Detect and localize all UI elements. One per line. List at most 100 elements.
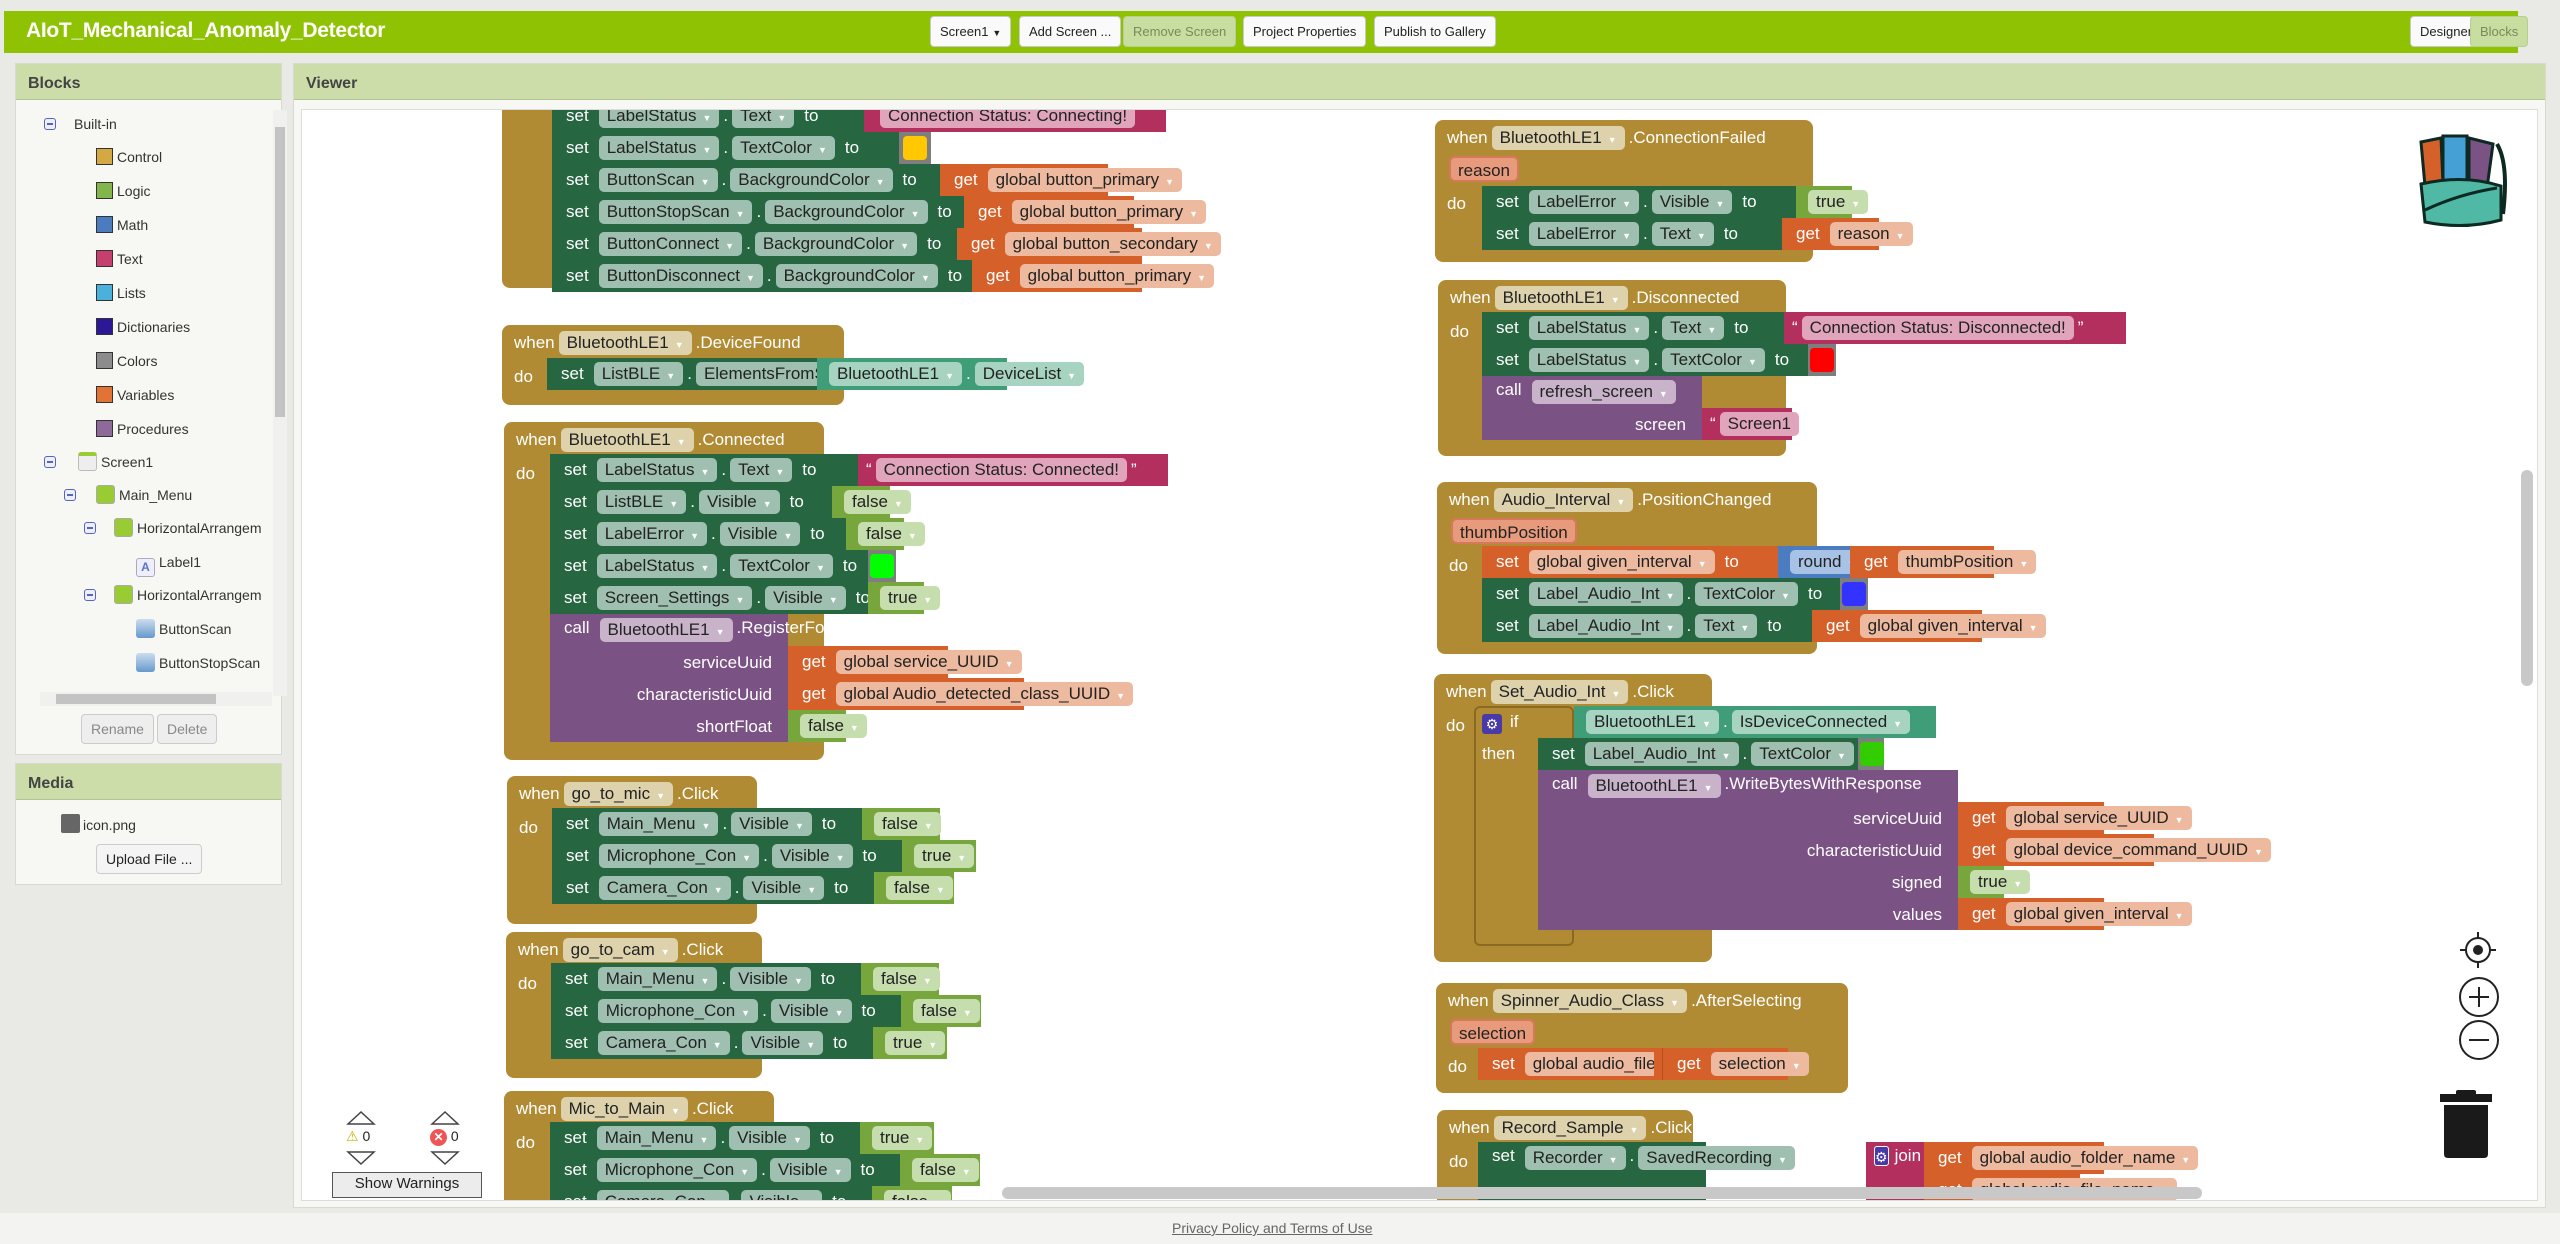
get-block[interactable]: get global Audio_detected_class_UUID ▼ <box>788 678 1134 710</box>
set-block[interactable]: set LabelStatus ▼. Text ▼ to <box>1482 312 1784 344</box>
color-swatch-red[interactable] <box>1810 348 1834 372</box>
property-dropdown[interactable]: Text ▼ <box>732 110 795 128</box>
component-dropdown[interactable]: Microphone_Con ▼ <box>598 844 760 868</box>
event-parameter[interactable]: thumbPosition <box>1451 518 1577 544</box>
component-dropdown[interactable]: Label_Audio_Int ▼ <box>1584 742 1739 766</box>
tree-item-buttonstopscan[interactable]: ButtonStopScan <box>136 651 260 675</box>
event-parameter[interactable]: reason <box>1449 156 1519 182</box>
show-warnings-button[interactable]: Show Warnings <box>332 1172 482 1198</box>
boolean-dropdown[interactable]: false▼ <box>886 876 953 900</box>
color-swatch-green[interactable] <box>1860 742 1884 766</box>
set-block[interactable]: set Microphone_Con ▼. Visible ▼ to <box>552 840 902 872</box>
builtin-lists[interactable]: Lists <box>96 281 146 305</box>
error-prev-arrow-icon[interactable] <box>430 1110 460 1126</box>
boolean-dropdown[interactable]: false▼ <box>858 522 925 546</box>
trash-icon[interactable] <box>2438 1090 2494 1160</box>
component-dropdown[interactable]: Microphone_Con ▼ <box>597 999 759 1023</box>
component-dropdown[interactable]: ButtonStopScan ▼ <box>598 200 753 224</box>
component-dropdown[interactable]: Microphone_Con ▼ <box>596 1158 758 1182</box>
color-block[interactable] <box>868 550 896 582</box>
remove-screen-button[interactable]: Remove Screen <box>1123 16 1237 47</box>
property-dropdown[interactable]: Visible▼ <box>765 586 846 610</box>
workspace-horizontal-scrollbar[interactable] <box>1002 1187 2202 1199</box>
boolean-dropdown[interactable]: true ▼ <box>1808 190 1869 214</box>
get-block[interactable]: get global service_UUID ▼ <box>1958 802 2192 834</box>
property-dropdown[interactable]: Visible▼ <box>719 522 801 546</box>
boolean-block[interactable]: false▼ <box>846 518 925 550</box>
variable-dropdown[interactable]: global button_primary ▼ <box>1011 200 1207 224</box>
builtin-procedures[interactable]: Procedures <box>96 417 189 441</box>
set-background-row[interactable]: set ButtonStopScan ▼. BackgroundColor ▼ to <box>552 196 964 228</box>
variable-dropdown[interactable]: global device_command_UUID ▼ <box>2005 838 2271 862</box>
color-block[interactable] <box>1858 738 1884 770</box>
variable-dropdown[interactable]: global given_interval ▼ <box>1528 550 1715 574</box>
gear-icon[interactable]: ⚙ <box>1874 1146 1889 1166</box>
component-dropdown[interactable]: LabelError ▼ <box>1528 190 1639 214</box>
property-dropdown[interactable]: BackgroundColor ▼ <box>765 200 928 224</box>
set-block[interactable]: set Main_Menu ▼. Visible ▼ to <box>552 808 862 840</box>
set-variable-block[interactable]: set global given_interval ▼ to <box>1482 546 1778 578</box>
component-dropdown[interactable]: Label_Audio_Int ▼ <box>1528 614 1683 638</box>
get-block[interactable]: get global given_interval ▼ <box>1958 898 2192 930</box>
property-dropdown[interactable]: Visible▼ <box>741 1190 823 1200</box>
variable-dropdown[interactable]: global service_UUID ▼ <box>2005 806 2192 830</box>
boolean-block[interactable]: true ▼ <box>860 1122 934 1154</box>
tree-item-buttonscan[interactable]: ButtonScan <box>136 617 231 641</box>
get-block[interactable]: get global button_primary ▼ <box>940 164 1183 196</box>
warning-prev-arrow-icon[interactable] <box>346 1110 376 1126</box>
boolean-dropdown[interactable]: false▼ <box>873 967 940 991</box>
warning-next-arrow-icon[interactable] <box>346 1150 376 1166</box>
set-block[interactable]: set Microphone_Con ▼. Visible ▼ to <box>550 1154 900 1186</box>
boolean-dropdown[interactable]: false▼ <box>912 1158 979 1182</box>
set-block[interactable]: setListBLE▼.ElementsFromString▼to <box>547 358 906 390</box>
component-dropdown[interactable]: go_to_mic ▼ <box>563 782 673 806</box>
set-block[interactable]: set Microphone_Con ▼. Visible ▼ to <box>551 995 901 1027</box>
collapse-icon[interactable] <box>44 118 56 130</box>
component-dropdown[interactable]: ListBLE ▼ <box>593 362 684 386</box>
collapse-icon[interactable] <box>84 589 96 601</box>
component-dropdown[interactable]: BluetoothLE1 ▼ <box>1587 774 1721 798</box>
builtin-colors[interactable]: Colors <box>96 349 157 373</box>
property-dropdown[interactable]: Text ▼ <box>1695 614 1758 638</box>
component-dropdown[interactable]: Main_Menu ▼ <box>598 812 719 836</box>
boolean-block[interactable]: false▼ <box>862 808 941 840</box>
boolean-dropdown[interactable]: true ▼ <box>885 1031 946 1055</box>
set-block[interactable]: set LabelError ▼. Text ▼ to <box>1482 218 1782 250</box>
variable-dropdown[interactable]: global Audio_detected_class_UUID ▼ <box>835 682 1134 706</box>
set-block[interactable]: setCamera_Con▼.Visible▼to <box>552 872 874 904</box>
get-block[interactable]: get global service_UUID ▼ <box>788 646 1022 678</box>
media-file-item[interactable]: icon.png <box>61 814 136 833</box>
component-dropdown[interactable]: LabelStatus ▼ <box>1528 316 1650 340</box>
component-dropdown[interactable]: BluetoothLE1 ▼ <box>560 428 694 452</box>
component-dropdown[interactable]: LabelStatus ▼ <box>596 458 718 482</box>
set-block[interactable]: set LabelStatus ▼. Text ▼ to <box>550 454 858 486</box>
property-dropdown[interactable]: TextColor ▼ <box>732 136 835 160</box>
boolean-block[interactable]: true ▼ <box>902 840 976 872</box>
set-block[interactable]: set Screen_Settings ▼. Visible ▼ to <box>550 582 870 614</box>
rename-button[interactable]: Rename <box>81 714 154 744</box>
error-next-arrow-icon[interactable] <box>430 1150 460 1166</box>
component-dropdown[interactable]: go_to_cam ▼ <box>562 938 678 962</box>
blocks-button[interactable]: Blocks <box>2470 16 2529 47</box>
component-dropdown[interactable]: BluetoothLE1 ▼ <box>829 362 963 386</box>
property-dropdown[interactable]: Text ▼ <box>1651 222 1714 246</box>
zoom-out-icon[interactable] <box>2458 1019 2500 1061</box>
variable-dropdown[interactable]: global service_UUID ▼ <box>835 650 1022 674</box>
get-block[interactable]: get reason ▼ <box>1782 218 1913 250</box>
math-round-block[interactable]: round▼ <box>1778 546 1865 578</box>
property-dropdown[interactable]: TextColor ▼ <box>1695 582 1798 606</box>
set-block[interactable]: set LabelError ▼. Visible ▼ to <box>1482 186 1796 218</box>
variable-dropdown[interactable]: global given_interval ▼ <box>2005 902 2192 926</box>
property-dropdown[interactable]: Visible▼ <box>731 812 812 836</box>
set-textcolor-row[interactable]: set LabelStatus ▼. TextColor ▼ to <box>552 132 899 164</box>
component-dropdown[interactable]: BluetoothLE1 ▼ <box>558 331 692 355</box>
text-value[interactable]: Connection Status: Disconnected! <box>1801 316 2074 340</box>
property-dropdown[interactable]: Visible▼ <box>743 876 825 900</box>
variable-dropdown[interactable]: thumbPosition ▼ <box>1897 550 2037 574</box>
component-dropdown[interactable]: Mic_to_Main ▼ <box>560 1097 688 1121</box>
property-dropdown[interactable]: SavedRecording ▼ <box>1638 1146 1795 1170</box>
tree-horizontal-scrollbar[interactable] <box>40 692 272 706</box>
color-block[interactable] <box>1808 344 1836 376</box>
blocks-workspace[interactable]: set LabelStatus ▼. Text ▼ to Connection Statu… <box>301 109 2538 1201</box>
boolean-dropdown[interactable]: true ▼ <box>872 1126 933 1150</box>
